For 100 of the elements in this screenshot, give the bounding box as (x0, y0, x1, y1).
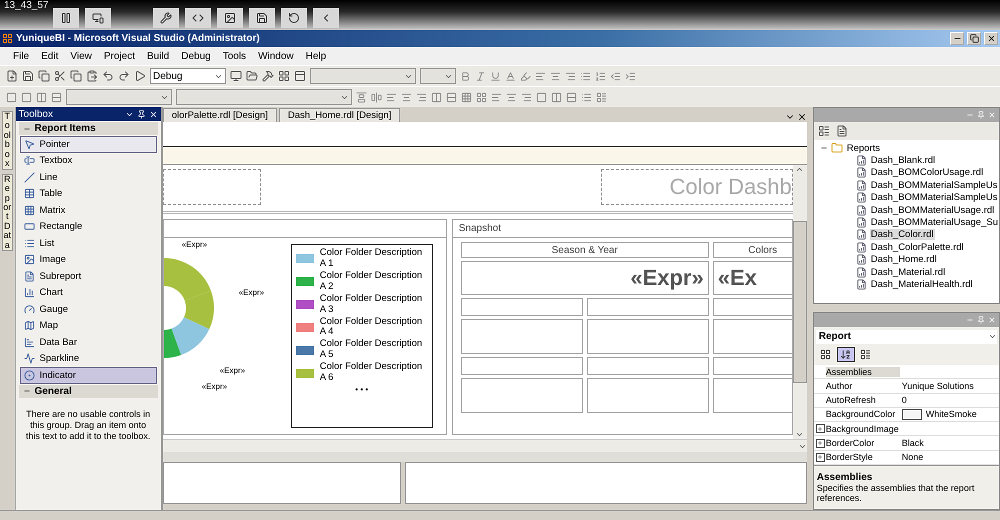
align-center-icon[interactable] (550, 70, 561, 82)
restore-icon[interactable] (970, 34, 978, 43)
side-tab[interactable]: Toolbox (2, 111, 13, 170)
close-button[interactable] (984, 32, 998, 45)
toolbox-item[interactable]: Indicator (20, 367, 157, 384)
rows-icon[interactable] (51, 92, 62, 102)
border-icon[interactable] (21, 92, 32, 102)
toolbox-item[interactable]: Data Bar (20, 334, 157, 350)
columns-icon[interactable] (431, 92, 442, 102)
undo-icon[interactable] (102, 70, 114, 82)
tree-item[interactable]: Dash_Color.rdl (870, 229, 935, 240)
tree-item[interactable]: Dash_MaterialHealth.rdl (870, 278, 974, 290)
list-icon[interactable] (581, 92, 592, 102)
property-value[interactable]: Black (902, 438, 924, 448)
scrollbar[interactable] (792, 165, 807, 439)
align-left-icon[interactable] (386, 92, 397, 102)
tree-item[interactable]: Dash_Material.rdl (870, 266, 946, 278)
document-tab[interactable]: olorPalette.rdl [Design] (162, 108, 277, 122)
menu-item[interactable]: Build (142, 50, 174, 62)
toolbox-item[interactable]: Line (20, 169, 157, 186)
pause-icon[interactable] (60, 12, 72, 24)
collapse-button[interactable] (312, 8, 338, 28)
reload-button[interactable] (280, 8, 306, 28)
code-icon[interactable] (192, 12, 204, 24)
square-icon[interactable] (536, 92, 547, 102)
align-left-icon[interactable] (491, 92, 502, 102)
new-file-icon[interactable] (6, 70, 18, 82)
align-right-icon[interactable] (565, 70, 576, 82)
menu-item[interactable]: View (65, 50, 97, 62)
pause-button[interactable] (52, 8, 78, 28)
tree-item[interactable]: Dash_BOMColorUsage.rdl (870, 167, 984, 178)
tree-item[interactable]: Dash_Blank.rdl (870, 155, 936, 166)
columns-icon[interactable] (551, 92, 562, 102)
property-value[interactable]: Yunique Solutions (902, 380, 974, 391)
toolbox-item[interactable]: Table (20, 186, 157, 202)
expand-icon[interactable] (816, 424, 825, 434)
toolbox-item[interactable]: Rectangle (20, 218, 157, 235)
tree-item[interactable]: Dash_BOMMaterialSampleUs (870, 192, 998, 204)
toolbox-item[interactable]: Textbox (20, 152, 157, 169)
properties-icon[interactable] (818, 125, 830, 137)
align-left-icon[interactable] (535, 70, 546, 82)
border-icon[interactable] (6, 92, 17, 102)
categorized-icon[interactable] (820, 348, 832, 360)
indent-icon[interactable] (625, 70, 636, 82)
toolbox-item[interactable]: Sparkline (20, 350, 157, 367)
screen-icon[interactable] (92, 12, 104, 24)
tree-item[interactable]: Dash_BOMMaterialUsage_Su (870, 217, 999, 228)
align-middle-icon[interactable] (371, 92, 382, 102)
toolbox-item[interactable]: Pointer (20, 136, 157, 152)
toolbox-item[interactable]: Image (20, 252, 157, 268)
expand-icon[interactable] (816, 452, 825, 462)
menu-item[interactable]: Help (300, 50, 332, 62)
screen-button[interactable] (84, 8, 110, 28)
monitor-icon[interactable] (230, 70, 242, 82)
numbered-list-icon[interactable] (595, 70, 606, 82)
configuration-dropdown[interactable]: Debug (150, 68, 226, 84)
window-icon[interactable] (294, 70, 306, 82)
cut-icon[interactable] (54, 70, 66, 82)
grid-icon[interactable] (461, 92, 472, 102)
property-name[interactable]: BackgroundImage (826, 424, 900, 434)
close-icon[interactable] (148, 110, 158, 118)
toolbox-item[interactable]: Subreport (20, 268, 157, 284)
scrollbar[interactable] (162, 439, 807, 452)
save-icon[interactable] (22, 70, 34, 82)
property-value[interactable]: 0 (902, 395, 907, 406)
align-center-icon[interactable] (506, 92, 517, 102)
start-icon[interactable] (134, 70, 146, 82)
image-icon[interactable] (224, 12, 236, 24)
image-button[interactable] (216, 8, 242, 28)
menu-item[interactable]: Window (253, 50, 299, 62)
wrench-button[interactable] (152, 8, 178, 28)
copy-icon[interactable] (70, 70, 82, 82)
columns-icon[interactable] (36, 92, 47, 102)
tree-item[interactable]: Dash_BOMMaterialUsage.rdl (870, 204, 996, 216)
property-value[interactable]: WhiteSmoke (926, 409, 977, 420)
property-name[interactable]: Assemblies (826, 366, 900, 377)
tree-item[interactable]: Dash_BOMMaterialSampleUs (870, 180, 998, 191)
alphabetical-icon[interactable] (840, 348, 852, 360)
toolbox-item[interactable]: Map (20, 318, 157, 334)
property-value[interactable]: None (902, 452, 924, 462)
layout-icon[interactable] (476, 92, 487, 102)
toolbox-item[interactable]: Matrix (20, 202, 157, 218)
alphabetical-button[interactable] (836, 346, 855, 362)
font-color-icon[interactable] (505, 70, 516, 82)
side-tab[interactable]: Report Data (2, 174, 13, 252)
expand-icon[interactable] (816, 438, 825, 448)
minimize-button[interactable] (950, 32, 964, 45)
code-button[interactable] (184, 8, 210, 28)
wrench-icon[interactable] (160, 12, 172, 24)
close-icon[interactable] (796, 112, 807, 122)
pin-icon[interactable] (136, 110, 146, 118)
toolbox-item[interactable]: List (20, 235, 157, 252)
italic-icon[interactable] (475, 70, 486, 82)
property-pages-icon[interactable] (860, 348, 872, 360)
bullet-list-icon[interactable] (580, 70, 591, 82)
menu-item[interactable]: Debug (176, 50, 216, 62)
layout-list-icon[interactable] (596, 92, 607, 102)
align-right-icon[interactable] (521, 92, 532, 102)
group-header[interactable]: Report Items (18, 122, 158, 135)
group-header[interactable]: General (18, 384, 158, 398)
